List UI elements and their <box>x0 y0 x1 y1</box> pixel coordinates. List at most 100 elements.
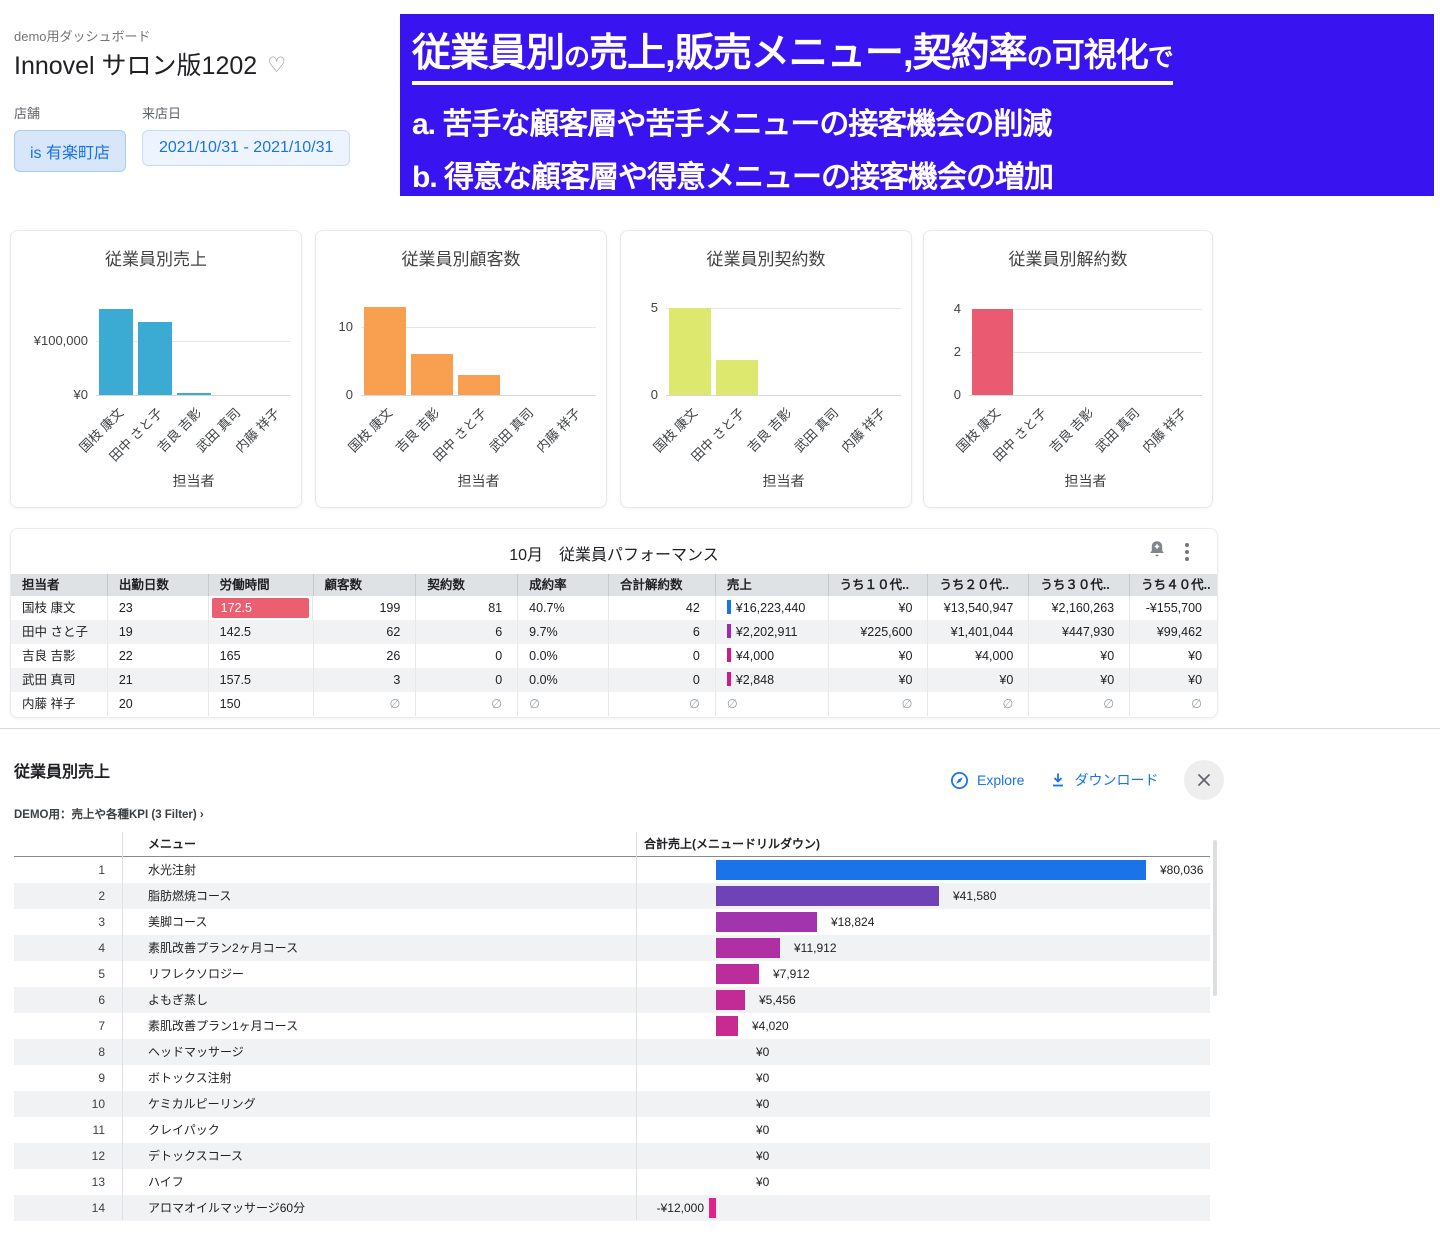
table-cell: ¥13,540,947 <box>927 596 1028 620</box>
column-header[interactable]: 合計解約数 <box>608 574 715 596</box>
chart-bar[interactable] <box>176 393 211 395</box>
bar-value-label: ¥0 <box>756 1071 770 1085</box>
chart-bar[interactable] <box>363 307 406 395</box>
table-cell: ¥225,600 <box>827 620 928 644</box>
value-bar[interactable] <box>716 1016 738 1036</box>
table-cell: ∅ <box>415 692 517 716</box>
column-header[interactable]: うち４０代.. <box>1129 574 1217 596</box>
x-axis-label: 武田 真司 <box>791 405 842 456</box>
chart-title: 従業員別契約数 <box>706 250 826 269</box>
column-header[interactable]: 担当者 <box>11 574 107 596</box>
chart-bar[interactable] <box>668 308 711 395</box>
store-filter-label: 店舗 <box>14 106 41 121</box>
row-number: 13 <box>91 1175 105 1189</box>
y-tick-label: 10 <box>338 319 353 335</box>
table-row[interactable]: 内藤 祥子 20 150 ∅ ∅ ∅ ∅ ∅ ∅ ∅ ∅ ∅ <box>11 692 1217 716</box>
close-button[interactable] <box>1184 760 1225 800</box>
column-header[interactable]: うち３０代.. <box>1028 574 1129 596</box>
value-bar[interactable] <box>716 912 817 932</box>
value-bar[interactable] <box>709 1198 716 1218</box>
table-row[interactable]: 国枝 康文 23 172.5 199 81 40.7% 42 ¥16,223,440 ¥0 ¥13… <box>11 596 1217 620</box>
list-item[interactable]: 6 よもぎ蒸し ¥5,456 <box>14 987 1210 1013</box>
column-header[interactable]: 契約数 <box>415 574 517 596</box>
row-number: 2 <box>98 889 105 903</box>
explore-button[interactable]: Explore <box>950 771 1024 790</box>
bar-value-label: ¥80,036 <box>1160 863 1204 877</box>
mini-bar <box>726 600 731 614</box>
list-item[interactable]: 10 ケミカルピーリング ¥0 <box>14 1091 1210 1117</box>
table-cell: ∅ <box>827 692 928 716</box>
list-item[interactable]: 4 素肌改善プラン2ヶ月コース ¥11,912 <box>14 935 1210 961</box>
value-bar[interactable] <box>716 964 759 984</box>
table-cell: 23 <box>106 596 208 620</box>
row-number: 7 <box>98 1019 105 1033</box>
list-item[interactable]: 12 デトックスコース ¥0 <box>14 1143 1210 1169</box>
table-cell: ¥4,000 <box>714 644 828 668</box>
banner-point-a: a. 苦手な顧客層や苦手メニューの接客機会の削減 <box>412 108 1052 141</box>
table-row[interactable]: 武田 真司 21 157.5 3 0 0.0% 0 ¥2,848 ¥0 ¥0 ¥0 ¥0 <box>11 668 1217 692</box>
row-number: 8 <box>98 1045 105 1059</box>
column-header[interactable]: うち２０代.. <box>927 574 1028 596</box>
column-header[interactable]: 労働時間 <box>207 574 313 596</box>
chart-bar[interactable] <box>715 360 758 395</box>
banner-headline-segment: で <box>1147 42 1174 72</box>
bar-value-label: ¥0 <box>756 1097 770 1111</box>
column-header[interactable]: 売上 <box>714 574 828 596</box>
mini-bar <box>726 624 731 638</box>
table-cell: 6 <box>608 620 715 644</box>
x-axis-title: 担当者 <box>172 473 215 489</box>
menu-name: 美脚コース <box>148 915 208 929</box>
chart-bar[interactable] <box>457 375 500 395</box>
list-item[interactable]: 11 クレイパック ¥0 <box>14 1117 1210 1143</box>
banner-point-b: b. 得意な顧客層や得意メニューの接客機会の増加 <box>412 161 1054 194</box>
list-item[interactable]: 5 リフレクソロジー ¥7,912 <box>14 961 1210 987</box>
list-item[interactable]: 1 水光注射 ¥80,036 <box>14 857 1210 883</box>
value-bar[interactable] <box>716 886 939 906</box>
column-header[interactable]: 出勤日数 <box>106 574 208 596</box>
table-cell: ¥1,401,044 <box>927 620 1028 644</box>
table-cell: 165 <box>207 644 313 668</box>
bar-value-label: ¥41,580 <box>953 889 997 903</box>
list-item[interactable]: 8 ヘッドマッサージ ¥0 <box>14 1039 1210 1065</box>
scrollbar-thumb[interactable] <box>1213 840 1217 996</box>
column-header[interactable]: 顧客数 <box>312 574 416 596</box>
favorite-heart-icon[interactable]: ♡ <box>267 54 286 77</box>
column-header[interactable]: 成約率 <box>517 574 608 596</box>
chart-bar[interactable] <box>137 322 172 395</box>
value-column-header[interactable]: 合計売上(メニュードリルダウン) <box>644 832 820 856</box>
list-item[interactable]: 7 素肌改善プラン1ヶ月コース ¥4,020 <box>14 1013 1210 1039</box>
explore-compass-icon <box>951 771 968 789</box>
chart-card[interactable]: 従業員別契約数 5 0 国枝 康文 田中 さと子 吉良 吉影 武田 真司 内藤 祥子 担当者 <box>620 230 912 508</box>
filter-breadcrumb[interactable]: DEMO用：売上や各種KPI (3 Filter) › <box>14 806 204 822</box>
table-row[interactable]: 田中 さと子 19 142.5 62 6 9.7% 6 ¥2,202,911 ¥225,600 ¥… <box>11 620 1217 644</box>
value-bar[interactable] <box>716 938 780 958</box>
chart-card[interactable]: 従業員別顧客数 10 0 国枝 康文 吉良 吉影 田中 さと子 武田 真司 内藤 祥子 担当者 <box>315 230 607 508</box>
performance-table-title: 10月 従業員パフォーマンス <box>509 547 719 564</box>
date-range-control[interactable]: 2021/10/31 - 2021/10/31 <box>142 130 351 166</box>
bar-value-label: ¥18,824 <box>831 915 875 929</box>
value-bar[interactable] <box>716 860 1146 880</box>
banner-headline-segment: の <box>564 42 590 72</box>
chart-card[interactable]: 従業員別売上 ¥100,000 ¥0 国枝 康文 田中 さと子 吉良 吉影 武田 真司 内藤 … <box>10 230 302 508</box>
store-filter-chip[interactable]: is 有楽町店 <box>14 130 127 172</box>
list-item[interactable]: 14 アロマオイルマッサージ60分 -¥12,000 <box>14 1195 1210 1221</box>
list-item[interactable]: 2 脂肪燃焼コース ¥41,580 <box>14 883 1210 909</box>
kebab-menu-icon[interactable] <box>1183 541 1191 563</box>
chart-bar[interactable] <box>410 354 453 395</box>
list-item[interactable]: 3 美脚コース ¥18,824 <box>14 909 1210 935</box>
download-button[interactable]: ダウンロード <box>1050 770 1158 790</box>
menu-name: リフレクソロジー <box>148 967 245 981</box>
table-row[interactable]: 吉良 吉影 22 165 26 0 0.0% 0 ¥4,000 ¥0 ¥4,000 ¥0 ¥0 <box>11 644 1217 668</box>
menu-column-header[interactable]: メニュー <box>148 832 196 856</box>
menu-name: ヘッドマッサージ <box>148 1045 244 1059</box>
column-header[interactable]: うち１０代.. <box>827 574 928 596</box>
list-item[interactable]: 9 ボトックス注射 ¥0 <box>14 1065 1210 1091</box>
table-cell: ¥99,462 <box>1129 620 1217 644</box>
list-item[interactable]: 13 ハイフ ¥0 <box>14 1169 1210 1195</box>
alarm-add-icon[interactable] <box>1147 539 1167 564</box>
annotation-banner: 従業員別の売上,販売メニュー,契約率の可視化で a. 苦手な顧客層や苦手メニュー… <box>400 14 1434 196</box>
chart-bar[interactable] <box>971 309 1014 395</box>
chart-bar[interactable] <box>98 309 133 395</box>
chart-card[interactable]: 従業員別解約数 4 2 0 国枝 康文 田中 さと子 吉良 吉影 武田 真司 内藤 祥子 担当者 <box>923 230 1213 508</box>
value-bar[interactable] <box>716 990 745 1010</box>
